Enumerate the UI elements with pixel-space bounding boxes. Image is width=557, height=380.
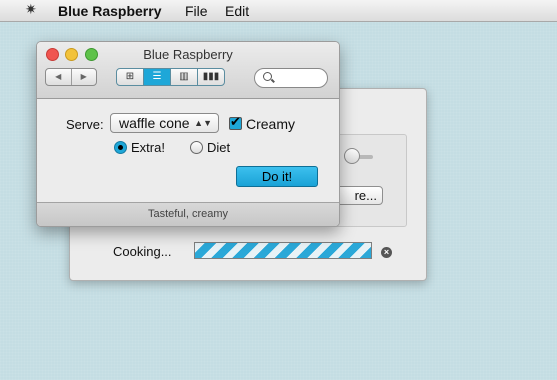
search-icon <box>263 72 272 81</box>
status-bar: Tasteful, creamy <box>37 202 339 226</box>
back-arrow-icon[interactable]: ◀ <box>46 69 71 85</box>
menu-bar: ✷ Blue Raspberry File Edit <box>0 0 557 22</box>
edit-menu[interactable]: Edit <box>225 3 249 19</box>
back-forward-control: ◀ ▶ <box>45 68 97 86</box>
list-view-icon[interactable]: ☰ <box>143 69 170 85</box>
extra-radio-label[interactable]: Extra! <box>131 140 165 155</box>
slider-knob[interactable] <box>344 148 360 164</box>
serve-label: Serve: <box>66 117 104 132</box>
cooking-label: Cooking... <box>113 244 172 259</box>
progress-fill <box>195 243 371 258</box>
serve-popup-value: waffle cone <box>119 115 190 131</box>
serve-popup[interactable]: waffle cone ▲▼ <box>110 113 219 133</box>
file-menu[interactable]: File <box>185 3 208 19</box>
app-menu[interactable]: Blue Raspberry <box>58 3 161 19</box>
main-window: Blue Raspberry ◀ ▶ ⊞ ☰ ▥ ▮▮▮ Serve: waff… <box>36 41 340 227</box>
progress-bar <box>194 242 372 259</box>
title-bar[interactable]: Blue Raspberry ◀ ▶ ⊞ ☰ ▥ ▮▮▮ <box>37 42 339 99</box>
column-view-icon[interactable]: ▥ <box>170 69 197 85</box>
forward-arrow-icon[interactable]: ▶ <box>70 69 97 85</box>
apple-menu-icon[interactable]: ✷ <box>25 1 37 18</box>
window-title: Blue Raspberry <box>143 47 233 62</box>
popup-arrows-icon: ▲▼ <box>194 118 212 128</box>
creamy-label[interactable]: Creamy <box>246 116 295 132</box>
diet-radio-label[interactable]: Diet <box>207 140 230 155</box>
cancel-progress-icon[interactable]: × <box>381 247 392 258</box>
diet-radio[interactable] <box>190 141 203 154</box>
extra-radio[interactable] <box>114 141 127 154</box>
icon-view-icon[interactable]: ⊞ <box>117 69 143 85</box>
search-field[interactable] <box>254 68 328 88</box>
more-button[interactable]: re... <box>335 186 383 205</box>
do-it-button[interactable]: Do it! <box>236 166 318 187</box>
creamy-checkbox[interactable] <box>229 114 242 130</box>
view-mode-control: ⊞ ☰ ▥ ▮▮▮ <box>116 68 225 86</box>
coverflow-view-icon[interactable]: ▮▮▮ <box>197 69 224 85</box>
